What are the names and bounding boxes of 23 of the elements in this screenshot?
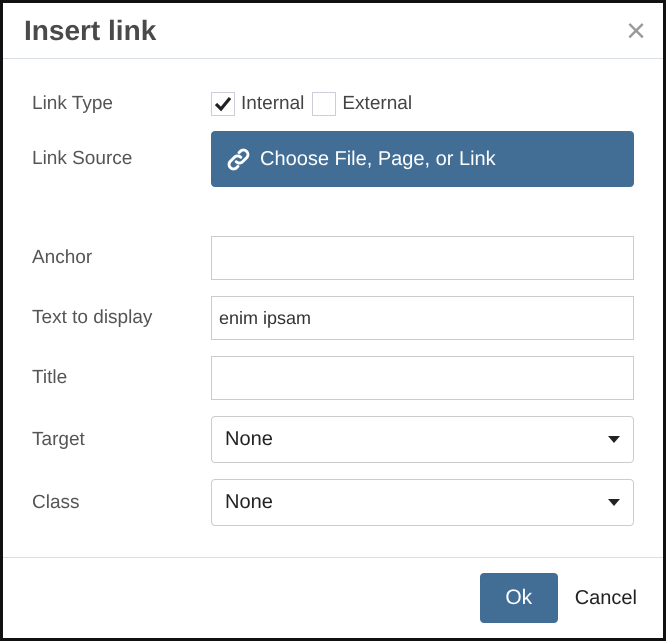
field-label: Title <box>32 367 68 389</box>
checkbox[interactable] <box>211 92 235 116</box>
field-label: Class <box>32 492 81 514</box>
link-icon <box>225 146 252 172</box>
ok-button[interactable]: Ok <box>480 573 558 623</box>
checkbox-label: External <box>342 93 412 115</box>
select-dropdown[interactable]: None <box>211 416 634 463</box>
checkbox-label: Internal <box>241 93 304 115</box>
caret-icon <box>608 499 620 506</box>
choose-link-button[interactable]: Choose File, Page, or Link <box>211 131 634 187</box>
input-field[interactable]: enim ipsam <box>211 296 634 340</box>
checkbox[interactable] <box>312 92 336 116</box>
dialog-title: Insert link <box>24 14 156 46</box>
field-label: Text to display <box>32 307 154 329</box>
input-field[interactable] <box>211 236 634 280</box>
field-label: Target <box>32 428 86 450</box>
input-field[interactable] <box>211 356 634 400</box>
field-label: Link Source <box>32 148 134 170</box>
field-label: Anchor <box>32 247 94 269</box>
caret-icon <box>608 436 620 443</box>
cancel-button[interactable]: Cancel <box>574 586 637 610</box>
field-label: Link Type <box>32 93 114 115</box>
select-dropdown[interactable]: None <box>211 479 634 526</box>
